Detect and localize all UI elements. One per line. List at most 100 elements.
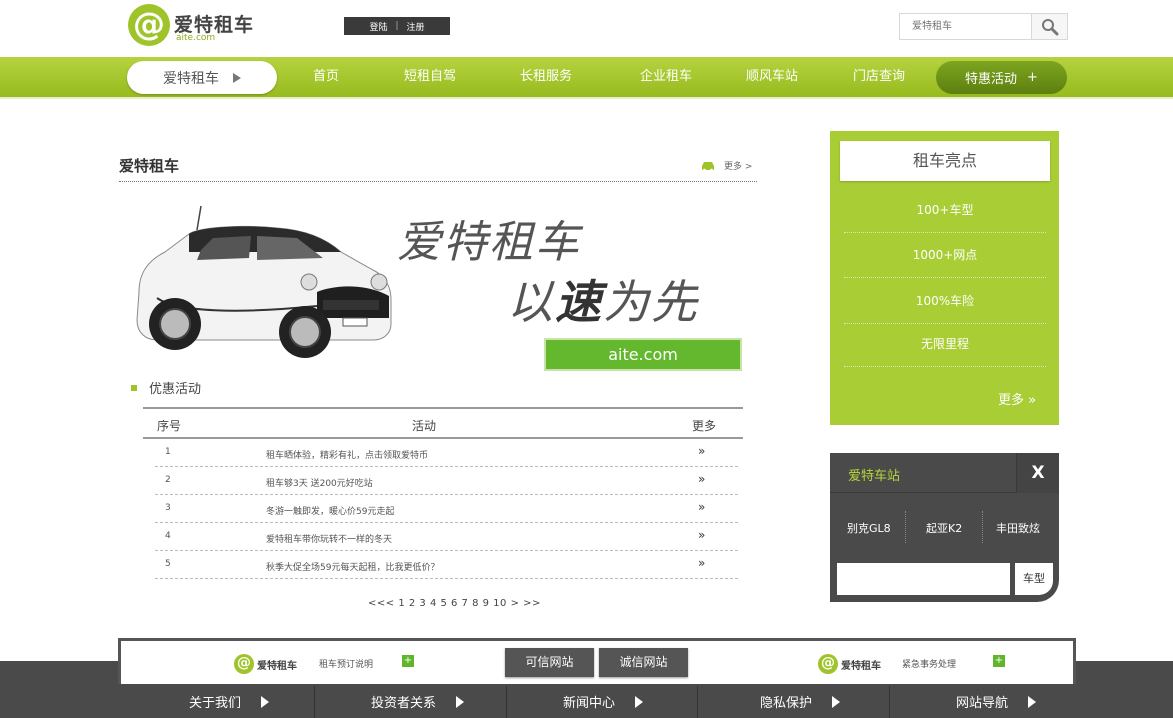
nav-special-label: 特惠活动 xyxy=(965,72,1018,87)
promo-title-label: 优惠活动 xyxy=(149,382,202,397)
plus-icon[interactable]: + xyxy=(402,655,414,667)
model-search-input[interactable] xyxy=(837,563,1010,595)
search-input[interactable] xyxy=(900,14,1032,39)
footer-box: @ 爱特租车 租车预订说明 + 可信网站 诚信网站 @ 爱特租车 紧急事务处理 … xyxy=(118,638,1076,684)
footer-nav-divider xyxy=(889,686,890,718)
pagination[interactable]: <<< 1 2 3 4 5 6 7 8 9 10 > >> xyxy=(368,598,541,609)
footer-nav-sitemap[interactable]: 网站导航 xyxy=(956,692,1037,711)
auth-bar: 登陆 | 注册 xyxy=(344,17,450,35)
promo-title: 优惠活动 xyxy=(131,378,201,397)
model-divider xyxy=(905,511,906,543)
highlight-item[interactable]: 100%车险 xyxy=(844,279,1046,324)
logo-icon: @ xyxy=(128,4,170,46)
plus-icon[interactable]: + xyxy=(993,655,1005,667)
search-box xyxy=(899,13,1068,40)
highlight-item[interactable]: 无限里程 xyxy=(844,322,1046,367)
chevron-right-icon xyxy=(832,695,841,708)
footer-nav-news[interactable]: 新闻中心 xyxy=(563,692,644,711)
highlights-panel: 租车亮点 100+车型 1000+网点 100%车险 无限里程 更多 » xyxy=(830,131,1059,425)
footer-nav-divider xyxy=(314,686,315,718)
promo-table: 序号 活动 更多 1 租车晒体验，精彩有礼，点击领取爱特币 » 2 租车够3天 … xyxy=(143,407,743,579)
footer-right-link[interactable]: 紧急事务处理 xyxy=(902,657,956,670)
section-title: 爱特租车 xyxy=(119,157,180,175)
logo-icon: @ xyxy=(234,654,254,674)
footer-logo-name: 爱特租车 xyxy=(841,660,881,672)
model-option[interactable]: 别克GL8 xyxy=(847,520,891,536)
header-more: 更多 xyxy=(692,419,717,433)
logo-domain: aite.com xyxy=(176,33,216,43)
nav-brand-label: 爱特租车 xyxy=(163,70,219,87)
double-chevron-icon[interactable]: » xyxy=(698,500,705,514)
search-button[interactable] xyxy=(1031,14,1067,39)
trusted-site-button[interactable]: 可信网站 xyxy=(505,648,594,677)
row-number: 2 xyxy=(165,475,171,485)
table-row[interactable]: 3 冬游一触即发，暖心价59元走起 » xyxy=(155,495,738,523)
model-divider xyxy=(982,511,983,543)
row-number: 5 xyxy=(165,559,171,569)
double-chevron-icon[interactable]: » xyxy=(698,472,705,486)
highlight-item[interactable]: 100+车型 xyxy=(844,188,1046,233)
nav-brand-button[interactable]: 爱特租车 xyxy=(127,61,277,94)
slogan-line-2: 以速为先 xyxy=(507,275,699,329)
row-activity[interactable]: 租车够3天 送200元好吃站 xyxy=(266,476,373,489)
stations-title: 爱特车站 xyxy=(848,469,901,484)
search-icon xyxy=(1041,18,1058,35)
car-icon xyxy=(702,161,714,171)
plus-icon: + xyxy=(1027,70,1038,85)
login-link[interactable]: 登陆 xyxy=(361,20,395,33)
hero-banner[interactable]: 爱特租车 以速为先 aite.com xyxy=(119,192,759,377)
footer-nav-privacy[interactable]: 隐私保护 xyxy=(760,692,841,711)
row-activity[interactable]: 冬游一触即发，暖心价59元走起 xyxy=(266,504,394,517)
table-row[interactable]: 5 秋季大促全场59元每天起租，比我更低价？ » xyxy=(155,551,738,579)
footer-nav-about[interactable]: 关于我们 xyxy=(189,692,270,711)
chevron-right-icon xyxy=(233,72,241,83)
row-number: 4 xyxy=(165,531,171,541)
footer-logo-right[interactable]: @ 爱特租车 xyxy=(818,654,881,674)
nav-item-rideshare[interactable]: 顺风车站 xyxy=(746,57,798,97)
stations-panel: 爱特车站 X 别克GL8 起亚K2 丰田致炫 车型 xyxy=(830,453,1059,602)
nav-item-home[interactable]: 首页 xyxy=(313,57,339,97)
honest-site-button[interactable]: 诚信网站 xyxy=(599,648,688,677)
logo[interactable]: @ 爱特租车 aite.com xyxy=(128,4,268,50)
section-more-label: 更多 > xyxy=(724,162,753,172)
model-search-button[interactable]: 车型 xyxy=(1015,563,1053,595)
footer-logo-left[interactable]: @ 爱特租车 xyxy=(234,654,297,674)
nav-item-enterprise[interactable]: 企业租车 xyxy=(640,57,692,97)
nav-special-offers[interactable]: 特惠活动 + xyxy=(936,61,1067,94)
main-nav: 爱特租车 首页 短租自驾 长租服务 企业租车 顺风车站 门店查询 特惠活动 + xyxy=(0,57,1173,99)
table-row[interactable]: 4 爱特租车带你玩转不一样的冬天 » xyxy=(155,523,738,551)
nav-item-short-rent[interactable]: 短租自驾 xyxy=(404,57,456,97)
row-number: 1 xyxy=(165,447,171,457)
chevron-right-icon xyxy=(1028,695,1037,708)
footer-nav-divider xyxy=(697,686,698,718)
footer-logo-name: 爱特租车 xyxy=(257,660,297,672)
square-bullet-icon xyxy=(131,384,137,391)
header-activity: 活动 xyxy=(412,419,437,433)
header: @ 爱特租车 aite.com 登陆 | 注册 xyxy=(0,0,1173,56)
table-header: 序号 活动 更多 xyxy=(143,407,743,439)
nav-item-stores[interactable]: 门店查询 xyxy=(853,57,905,97)
chevron-right-icon xyxy=(261,695,270,708)
domain-button[interactable]: aite.com xyxy=(544,338,742,371)
table-row[interactable]: 1 租车晒体验，精彩有礼，点击领取爱特币 » xyxy=(155,439,738,467)
double-chevron-icon[interactable]: » xyxy=(698,528,705,542)
stations-header: 爱特车站 X xyxy=(830,453,1059,493)
close-icon[interactable]: X xyxy=(1016,453,1059,493)
section-more-link[interactable]: 更多 > xyxy=(700,159,752,172)
table-row[interactable]: 2 租车够3天 送200元好吃站 » xyxy=(155,467,738,495)
footer-left-link[interactable]: 租车预订说明 xyxy=(319,657,373,670)
highlights-title: 租车亮点 xyxy=(840,141,1050,181)
highlights-more-link[interactable]: 更多 » xyxy=(998,389,1036,408)
row-activity[interactable]: 爱特租车带你玩转不一样的冬天 xyxy=(266,532,392,545)
double-chevron-icon[interactable]: » xyxy=(698,556,705,570)
highlight-item[interactable]: 1000+网点 xyxy=(844,233,1046,278)
row-activity[interactable]: 秋季大促全场59元每天起租，比我更低价？ xyxy=(266,560,439,573)
footer-nav-investors[interactable]: 投资者关系 xyxy=(371,692,465,711)
slogan-line-1: 爱特租车 xyxy=(397,217,581,268)
nav-item-long-rent[interactable]: 长租服务 xyxy=(520,57,572,97)
model-option[interactable]: 丰田致炫 xyxy=(996,520,1040,536)
double-chevron-icon[interactable]: » xyxy=(698,444,705,458)
row-activity[interactable]: 租车晒体验，精彩有礼，点击领取爱特币 xyxy=(266,448,428,461)
register-link[interactable]: 注册 xyxy=(399,20,433,33)
model-option[interactable]: 起亚K2 xyxy=(926,520,962,536)
